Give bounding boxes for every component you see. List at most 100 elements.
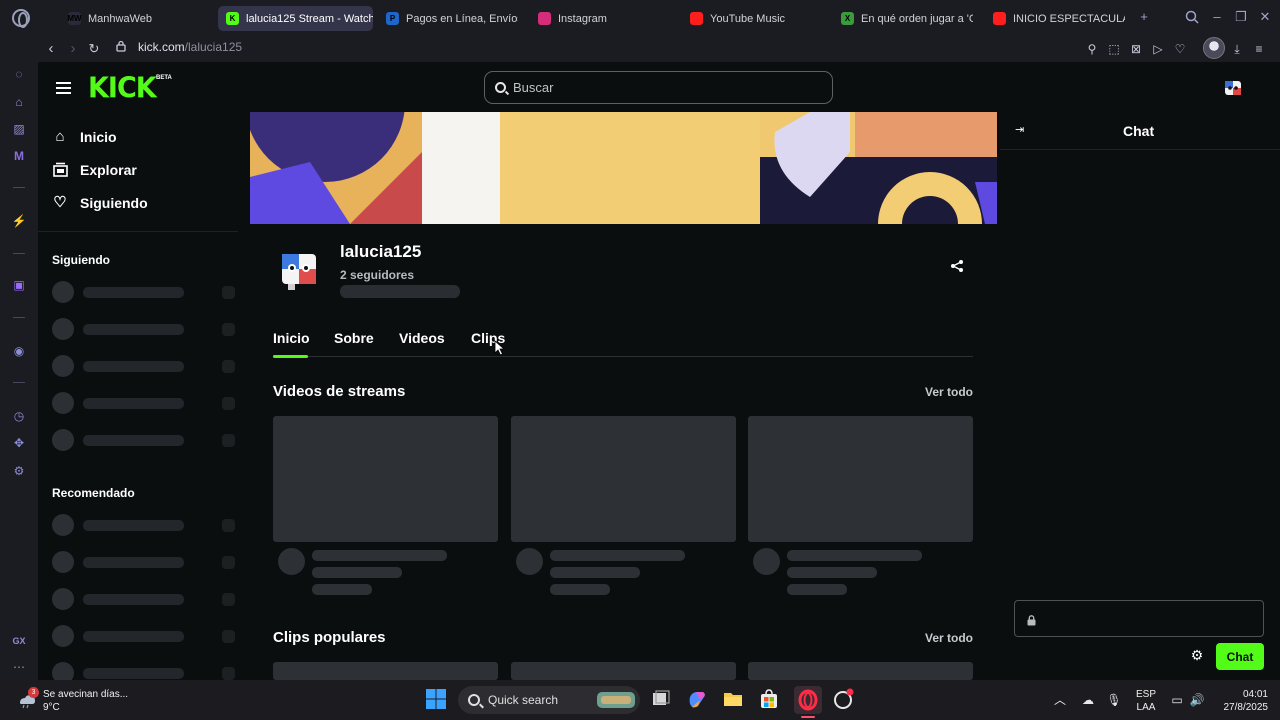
minimize-icon[interactable]: – — [1210, 10, 1224, 24]
recommended-section-title: Recomendado — [52, 486, 135, 500]
aria-icon[interactable]: ◌ — [10, 65, 28, 83]
new-tab-icon[interactable]: + — [1137, 10, 1151, 24]
browse-icon — [52, 162, 68, 178]
task-view-icon[interactable] — [650, 688, 674, 712]
following-section-title: Siguiendo — [52, 253, 110, 267]
browser-tab[interactable]: X En qué orden jugar a 'G — [833, 6, 973, 31]
search-icon — [495, 82, 506, 93]
extensions-icon[interactable]: ✥ — [10, 434, 28, 452]
player-icon[interactable]: ▷ — [1149, 40, 1167, 58]
back-icon[interactable]: ‹ — [41, 39, 61, 59]
windows-taskbar: 3 Se avecinan días... 9°C Quick search ︿… — [0, 680, 1280, 720]
kick-sidebar-icon[interactable]: ⚡ — [10, 212, 28, 230]
microphone-icon[interactable]: 🎙 — [1106, 692, 1122, 708]
opera-gx-icon[interactable] — [832, 688, 856, 712]
recommended-channel-placeholder — [52, 625, 236, 647]
recommended-channel-placeholder — [52, 588, 236, 610]
skeleton-circle — [52, 514, 74, 536]
onedrive-icon[interactable]: ☁ — [1080, 692, 1096, 708]
workspaces-icon[interactable]: ⌂ — [10, 93, 28, 111]
clock[interactable]: 04:01 27/8/2025 — [1212, 688, 1269, 714]
follower-count: 2 seguidores — [340, 268, 415, 282]
adblock-icon[interactable]: ⊠ — [1127, 40, 1145, 58]
forward-icon[interactable]: › — [63, 39, 83, 59]
videos-see-all-link[interactable]: Ver todo — [925, 385, 973, 399]
nav-browse[interactable]: Explorar — [52, 162, 137, 178]
easy-setup-icon[interactable]: ≡ — [1250, 40, 1268, 58]
more-icon[interactable]: ⋯ — [10, 658, 28, 676]
microsoft-store-icon[interactable] — [758, 688, 782, 712]
recommended-channel-placeholder — [52, 514, 236, 536]
opera-menu-icon[interactable] — [12, 9, 30, 28]
browser-tab[interactable]: INICIO ESPECTACULAR — [985, 6, 1125, 31]
search-input[interactable]: Buscar — [484, 71, 833, 104]
active-app-indicator — [801, 716, 815, 718]
music-player-icon[interactable]: ◉ — [10, 342, 28, 360]
video-meta-placeholder — [312, 567, 402, 578]
browser-profile-avatar[interactable] — [1203, 37, 1225, 59]
copilot-icon[interactable] — [686, 688, 710, 712]
kick-logo[interactable]: KICK — [88, 72, 157, 105]
reload-icon[interactable]: ↻ — [84, 39, 104, 59]
channel-avatar[interactable] — [274, 244, 326, 296]
video-avatar-placeholder — [516, 548, 543, 575]
video-meta-placeholder — [787, 567, 877, 578]
clips-see-all-link[interactable]: Ver todo — [925, 631, 973, 645]
tab-inicio[interactable]: Inicio — [273, 330, 310, 346]
skeleton-dot — [222, 667, 235, 680]
tab-videos[interactable]: Videos — [399, 330, 445, 346]
file-explorer-icon[interactable] — [722, 688, 746, 712]
url-field[interactable]: kick.com/lalucia125 — [138, 40, 242, 54]
opera-taskbar-app[interactable] — [794, 686, 822, 714]
manhwaweb-favicon: MW — [67, 12, 82, 25]
collapse-chat-icon[interactable]: ⇥ — [1015, 125, 1027, 136]
browser-tab[interactable]: MW ManhwaWeb — [60, 6, 210, 31]
secure-lock-icon[interactable] — [111, 39, 131, 59]
video-meta-placeholder — [787, 584, 847, 595]
messenger-icon[interactable]: M — [10, 147, 28, 165]
video-card-placeholder — [273, 416, 498, 542]
pin-icon[interactable]: ⚲ — [1083, 40, 1101, 58]
history-icon[interactable]: ◷ — [10, 407, 28, 425]
close-window-icon[interactable]: ✕ — [1258, 10, 1272, 24]
chat-message-input[interactable] — [1014, 600, 1264, 637]
nav-home[interactable]: ⌂ Inicio — [52, 129, 116, 146]
browser-tab[interactable]: YouTube Music — [682, 6, 822, 31]
pinboard-icon[interactable]: ▨ — [10, 120, 28, 138]
settings-icon[interactable]: ⚙ — [10, 462, 28, 480]
following-channel-placeholder — [52, 281, 236, 303]
favorites-heart-icon[interactable]: ♡ — [1171, 40, 1189, 58]
chat-send-button[interactable]: Chat — [1216, 643, 1264, 670]
twitch-icon[interactable]: ▣ — [10, 276, 28, 294]
browser-tab[interactable]: Klalucia125 Stream - Watch — [218, 6, 373, 31]
skeleton-dot — [222, 630, 235, 643]
show-hidden-icons-chevron[interactable]: ︿ — [1052, 692, 1068, 708]
loading-placeholder — [340, 285, 460, 298]
video-meta-placeholder — [312, 550, 447, 561]
user-avatar[interactable] — [1222, 77, 1244, 99]
nav-following[interactable]: ♡ Siguiendo — [52, 195, 147, 212]
skeleton-circle — [52, 392, 74, 414]
browser-tab[interactable]: Instagram — [530, 6, 670, 31]
tab-search-icon[interactable] — [1185, 10, 1199, 24]
browser-tab[interactable]: P Pagos en Línea, Envíos — [378, 6, 518, 31]
network-icon[interactable]: ▭ — [1169, 692, 1185, 708]
chat-divider — [1000, 149, 1280, 150]
skeleton-dot — [222, 434, 235, 447]
skeleton-dot — [222, 397, 235, 410]
maximize-icon[interactable]: ❐ — [1234, 10, 1248, 24]
windows-start-icon[interactable] — [425, 688, 449, 712]
menu-icon[interactable] — [56, 82, 71, 94]
language-indicator[interactable]: ESP LAA — [1132, 688, 1160, 714]
snapshot-icon[interactable]: ⬚ — [1105, 40, 1123, 58]
youtube-music-favicon — [690, 12, 703, 25]
recommended-channel-placeholder — [52, 551, 236, 573]
share-icon[interactable] — [950, 259, 964, 273]
skeleton-circle — [52, 318, 74, 340]
volume-icon[interactable]: 🔊 — [1189, 692, 1205, 708]
tab-sobre[interactable]: Sobre — [334, 330, 374, 346]
gx-icon[interactable]: GX — [10, 632, 28, 650]
download-icon[interactable]: ⤓ — [1228, 40, 1246, 58]
chat-settings-gear-icon[interactable]: ⚙ — [1190, 648, 1204, 662]
nav-browse-label: Explorar — [80, 162, 137, 178]
